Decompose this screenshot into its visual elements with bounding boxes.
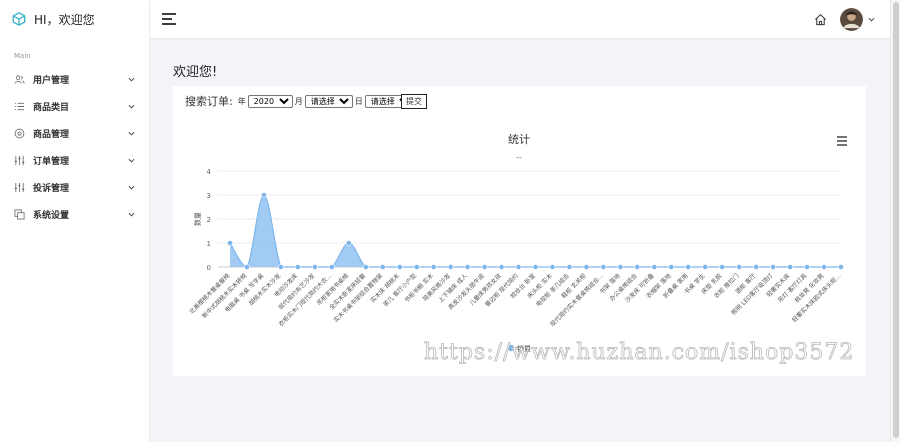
data-point	[447, 264, 454, 270]
chart-subtitle: --	[516, 153, 522, 162]
year-label: 年	[237, 96, 246, 106]
top-header	[150, 0, 890, 38]
brand-title: HI，欢迎您	[34, 12, 95, 27]
data-point	[396, 264, 403, 270]
vertical-scrollbar[interactable]	[890, 0, 900, 442]
data-point	[838, 264, 844, 270]
y-tick-label: 0	[207, 264, 211, 272]
settings-icon	[14, 128, 25, 139]
data-point	[770, 264, 777, 270]
day-label: 日	[354, 96, 363, 106]
y-tick-label: 4	[207, 168, 212, 176]
y-tick-label: 3	[207, 192, 211, 200]
sidebar-item-label: 订单管理	[33, 157, 70, 167]
data-point	[379, 264, 386, 270]
data-point	[294, 264, 301, 270]
data-point	[634, 264, 641, 270]
data-point	[787, 264, 793, 270]
sidebar-item-complaints[interactable]: 投诉管理	[0, 174, 149, 201]
series-line	[229, 194, 841, 268]
month-select[interactable]: 请选择	[304, 94, 353, 108]
section-label: Main	[14, 52, 31, 60]
sidebar-item-categories[interactable]: 商品类目	[0, 93, 149, 120]
sidebar-item-users[interactable]: 用户管理	[0, 66, 149, 93]
sidebar: HI，欢迎您 Main 用户管理 商品类目 商品管理 订单管理 投诉管理 系统设…	[0, 0, 150, 442]
data-point	[600, 264, 607, 270]
chevron-down-icon	[128, 158, 135, 163]
sales-chart: 统计--01234数量北美樱桃木餐桌餐椅新中式胡桃木实木转椅电脑桌 书桌 写字桌…	[188, 133, 847, 353]
page-title: 欢迎您!	[173, 65, 218, 80]
data-point	[345, 240, 352, 246]
data-point	[481, 264, 488, 270]
data-point	[583, 264, 590, 270]
y-tick-label: 1	[207, 240, 211, 248]
data-point	[804, 264, 810, 270]
data-point	[736, 264, 743, 270]
chart-title: 统计	[508, 133, 530, 146]
list-icon	[14, 102, 25, 111]
sidebar-item-products[interactable]: 商品管理	[0, 120, 149, 147]
data-point	[227, 240, 233, 246]
order-search-form: 搜索订单: 年 2020 月 请选择 日 请选择	[185, 93, 414, 109]
sidebar-item-label: 商品管理	[33, 130, 70, 140]
hamburger-icon[interactable]	[161, 12, 177, 26]
cube-logo-icon	[12, 12, 26, 26]
brand: HI，欢迎您	[0, 0, 149, 38]
series-area	[230, 195, 841, 267]
data-point	[362, 264, 369, 270]
data-point	[719, 264, 726, 270]
data-point	[566, 264, 573, 270]
sliders-icon	[14, 155, 25, 166]
chevron-down-icon	[128, 185, 135, 190]
data-point	[278, 264, 284, 270]
chevron-down-icon	[128, 212, 135, 217]
chevron-down-icon[interactable]	[868, 16, 875, 23]
data-point	[498, 264, 505, 270]
data-point	[753, 264, 760, 270]
month-label: 月	[294, 96, 303, 106]
data-point	[311, 264, 318, 270]
search-label: 搜索订单:	[185, 95, 233, 108]
chevron-down-icon	[128, 104, 135, 109]
submit-button[interactable]: 提交	[401, 94, 427, 109]
y-axis-label: 数量	[193, 212, 202, 226]
data-point	[617, 264, 624, 270]
sidebar-item-system-settings[interactable]: 系统设置	[0, 201, 149, 228]
data-point	[430, 264, 437, 270]
legend-marker	[507, 344, 515, 352]
data-point	[515, 264, 522, 270]
sidebar-item-label: 投诉管理	[33, 184, 70, 194]
chart-menu-icon[interactable]	[837, 136, 847, 146]
copy-icon	[14, 209, 25, 220]
data-point	[244, 264, 250, 270]
home-icon[interactable]	[814, 13, 827, 26]
sidebar-item-orders[interactable]: 订单管理	[0, 147, 149, 174]
data-point	[702, 264, 709, 270]
data-point	[549, 264, 556, 270]
data-point	[328, 264, 335, 270]
data-point	[651, 264, 658, 270]
sidebar-item-label: 商品类目	[33, 103, 70, 113]
y-tick-label: 2	[207, 216, 211, 224]
data-point	[413, 264, 420, 270]
year-select[interactable]: 2020	[247, 94, 293, 108]
chevron-down-icon	[128, 77, 135, 82]
data-point	[532, 264, 539, 270]
users-icon	[14, 75, 25, 84]
sliders-icon	[14, 182, 25, 193]
data-point	[821, 264, 827, 270]
data-point	[464, 264, 471, 270]
chevron-down-icon	[128, 131, 135, 136]
data-point	[685, 264, 692, 270]
data-point	[668, 264, 675, 270]
legend-label: 销量	[517, 344, 531, 353]
avatar[interactable]	[840, 8, 863, 31]
data-point	[261, 192, 267, 198]
stats-card: 搜索订单: 年 2020 月 请选择 日 请选择 提交 统计 -- 0 1 2 3 4 数量北…	[173, 86, 866, 376]
sidebar-item-label: 系统设置	[33, 211, 70, 221]
scrollbar-thumb[interactable]	[893, 2, 899, 438]
sidebar-item-label: 用户管理	[33, 76, 70, 86]
